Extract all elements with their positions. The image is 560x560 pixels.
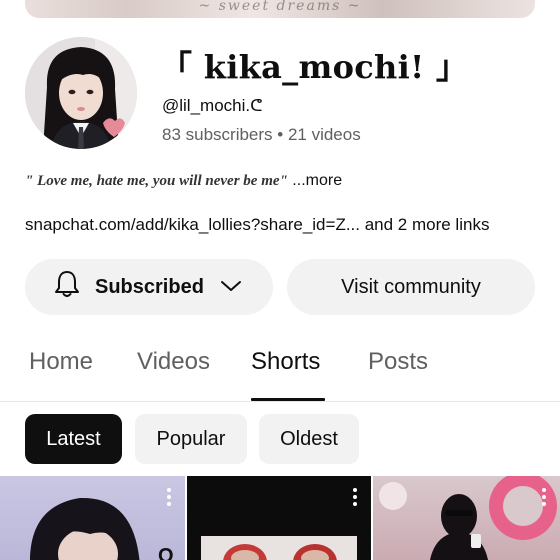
avatar-image — [25, 37, 137, 149]
bell-icon — [53, 269, 81, 305]
short-thumbnail[interactable] — [187, 476, 371, 560]
subscribed-label: Subscribed — [95, 275, 204, 298]
filter-chip-popular[interactable]: Popular — [135, 414, 247, 464]
visit-community-button[interactable]: Visit community — [287, 259, 535, 315]
short-thumbnail-image — [201, 536, 357, 560]
visit-community-label: Visit community — [341, 275, 481, 298]
channel-links[interactable]: snapchat.com/add/kika_lollies?share_id=Z… — [25, 215, 489, 235]
filter-chip-oldest[interactable]: Oldest — [259, 414, 359, 464]
channel-handle: @lil_mochi.ᕦ — [162, 96, 263, 115]
active-tab-indicator — [251, 398, 325, 401]
tab-videos[interactable]: Videos — [137, 348, 210, 376]
tab-posts[interactable]: Posts — [368, 348, 428, 376]
channel-description[interactable]: " Love me, hate me, you will never be me… — [25, 172, 342, 190]
short-thumbnail[interactable]: Q — [0, 476, 185, 560]
description-more-link[interactable]: ...more — [288, 172, 342, 189]
tab-shorts[interactable]: Shorts — [251, 348, 320, 376]
more-vert-icon[interactable] — [542, 488, 546, 509]
chevron-down-icon — [220, 276, 242, 299]
more-vert-icon[interactable] — [167, 488, 171, 509]
channel-avatar[interactable] — [25, 37, 137, 149]
channel-banner[interactable]: ~ sweet dreams ~ — [25, 0, 535, 18]
description-text: " Love me, hate me, you will never be me… — [25, 173, 288, 189]
short-thumbnail[interactable] — [373, 476, 560, 560]
short-thumbnail-image — [379, 476, 557, 560]
tab-home[interactable]: Home — [29, 348, 93, 376]
channel-name: 「 kika_mochi! 」 — [160, 48, 469, 86]
filter-chip-latest[interactable]: Latest — [25, 414, 122, 464]
banner-script-text: ~ sweet dreams ~ — [198, 0, 362, 14]
channel-stats: 83 subscribers • 21 videos — [162, 125, 361, 144]
svg-text:Q: Q — [158, 545, 174, 560]
more-vert-icon[interactable] — [353, 488, 357, 509]
channel-tabs: Home Videos Shorts Posts — [0, 340, 560, 402]
subscribed-button[interactable]: Subscribed — [25, 259, 273, 315]
short-thumbnail-image: Q — [30, 497, 174, 560]
